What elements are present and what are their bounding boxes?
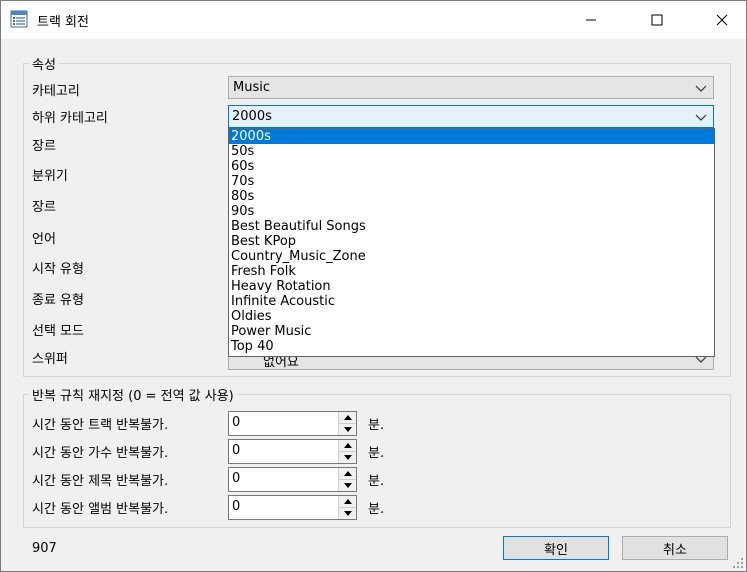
repeat-artist-value: 0 <box>232 443 241 458</box>
stepper-buttons <box>338 440 356 463</box>
repeat-rules-group-label: 반복 규칙 재지정 (0 = 전역 값 사용) <box>29 385 237 404</box>
label-genre-2: 장르 <box>32 200 56 215</box>
ok-button[interactable]: 확인 <box>503 536 609 560</box>
label-genre: 장르 <box>32 139 56 154</box>
label-category: 카테고리 <box>32 84 80 99</box>
dropdown-option[interactable]: 90s <box>229 204 714 219</box>
stepper-up-button[interactable] <box>339 440 356 452</box>
repeat-album-label: 시간 동안 앨범 반복불가. <box>32 502 169 517</box>
dropdown-option[interactable]: 80s <box>229 189 714 204</box>
dropdown-option[interactable]: Power Music <box>229 324 714 339</box>
maximize-icon <box>651 14 663 26</box>
repeat-track-stepper[interactable]: 0 <box>228 411 357 436</box>
repeat-artist-stepper[interactable]: 0 <box>228 439 357 464</box>
resize-grip-icon[interactable] <box>732 557 744 569</box>
triangle-up-icon <box>343 443 352 448</box>
dropdown-option[interactable]: Best KPop <box>229 234 714 249</box>
triangle-up-icon <box>343 415 352 420</box>
category-value: Music <box>233 80 270 95</box>
stepper-down-button[interactable] <box>339 480 356 491</box>
label-end-type: 종료 유형 <box>32 293 84 308</box>
stepper-up-button[interactable] <box>339 496 356 508</box>
triangle-up-icon <box>343 471 352 476</box>
dropdown-option[interactable]: Oldies <box>229 309 714 324</box>
triangle-up-icon <box>343 499 352 504</box>
dropdown-option[interactable]: Infinite Acoustic <box>229 294 714 309</box>
stepper-down-button[interactable] <box>339 424 356 435</box>
label-start-type: 시작 유형 <box>32 262 84 277</box>
list-window-icon <box>10 10 28 28</box>
stepper-buttons <box>338 412 356 435</box>
chevron-down-icon <box>695 114 707 121</box>
label-mood: 분위기 <box>32 169 68 184</box>
track-count: 907 <box>32 541 57 556</box>
repeat-title-stepper[interactable]: 0 <box>228 467 357 492</box>
label-language: 언어 <box>32 232 56 247</box>
dropdown-option[interactable]: 70s <box>229 174 714 189</box>
dropdown-option[interactable]: Fresh Folk <box>229 264 714 279</box>
label-sweeper: 스위퍼 <box>32 352 68 367</box>
subcategory-combobox[interactable]: 2000s <box>228 105 714 128</box>
repeat-artist-unit: 분. <box>368 446 385 461</box>
dropdown-option[interactable]: Best Beautiful Songs <box>229 219 714 234</box>
minimize-button[interactable] <box>568 1 614 39</box>
title-bar[interactable]: 트랙 회전 <box>1 1 746 39</box>
dropdown-option[interactable]: Country_Music_Zone <box>229 249 714 264</box>
dropdown-option[interactable]: 60s <box>229 159 714 174</box>
label-subcategory: 하위 카테고리 <box>32 111 108 126</box>
repeat-album-stepper[interactable]: 0 <box>228 495 357 520</box>
window-title: 트랙 회전 <box>37 15 89 30</box>
dropdown-option[interactable]: 50s <box>229 144 714 159</box>
repeat-track-unit: 분. <box>368 418 385 433</box>
repeat-title-unit: 분. <box>368 474 385 489</box>
repeat-title-value: 0 <box>232 471 241 486</box>
repeat-title-label: 시간 동안 제목 반복불가. <box>32 474 169 489</box>
close-icon <box>716 14 728 26</box>
triangle-down-icon <box>343 483 352 488</box>
dialog-window: 트랙 회전 속성 카테고리 하위 카테고리 장르 분위기 장르 언어 시작 유형… <box>0 0 747 572</box>
minimize-icon <box>586 19 596 21</box>
stepper-buttons <box>338 468 356 491</box>
subcategory-value: 2000s <box>232 109 272 124</box>
stepper-buttons <box>338 496 356 519</box>
subcategory-dropdown-list[interactable]: 2000s 50s 60s 70s 80s 90s Best Beautiful Songs… <box>228 128 715 357</box>
category-combobox[interactable]: Music <box>228 76 714 99</box>
dropdown-option[interactable]: Top 40 <box>229 339 714 354</box>
triangle-down-icon <box>343 455 352 460</box>
triangle-down-icon <box>343 427 352 432</box>
label-selection-mode: 선택 모드 <box>32 324 84 339</box>
stepper-down-button[interactable] <box>339 508 356 519</box>
triangle-down-icon <box>343 511 352 516</box>
chevron-down-icon <box>695 85 707 92</box>
stepper-up-button[interactable] <box>339 412 356 424</box>
repeat-artist-label: 시간 동안 가수 반복불가. <box>32 446 169 461</box>
cancel-button[interactable]: 취소 <box>622 536 728 560</box>
maximize-button[interactable] <box>634 1 680 39</box>
repeat-track-value: 0 <box>232 415 241 430</box>
repeat-album-unit: 분. <box>368 502 385 517</box>
repeat-album-value: 0 <box>232 499 241 514</box>
dropdown-option[interactable]: 2000s <box>229 129 714 144</box>
properties-group-label: 속성 <box>29 54 59 73</box>
stepper-up-button[interactable] <box>339 468 356 480</box>
dropdown-option[interactable]: Heavy Rotation <box>229 279 714 294</box>
stepper-down-button[interactable] <box>339 452 356 463</box>
repeat-track-label: 시간 동안 트랙 반복불가. <box>32 418 169 433</box>
close-button[interactable] <box>699 1 745 39</box>
